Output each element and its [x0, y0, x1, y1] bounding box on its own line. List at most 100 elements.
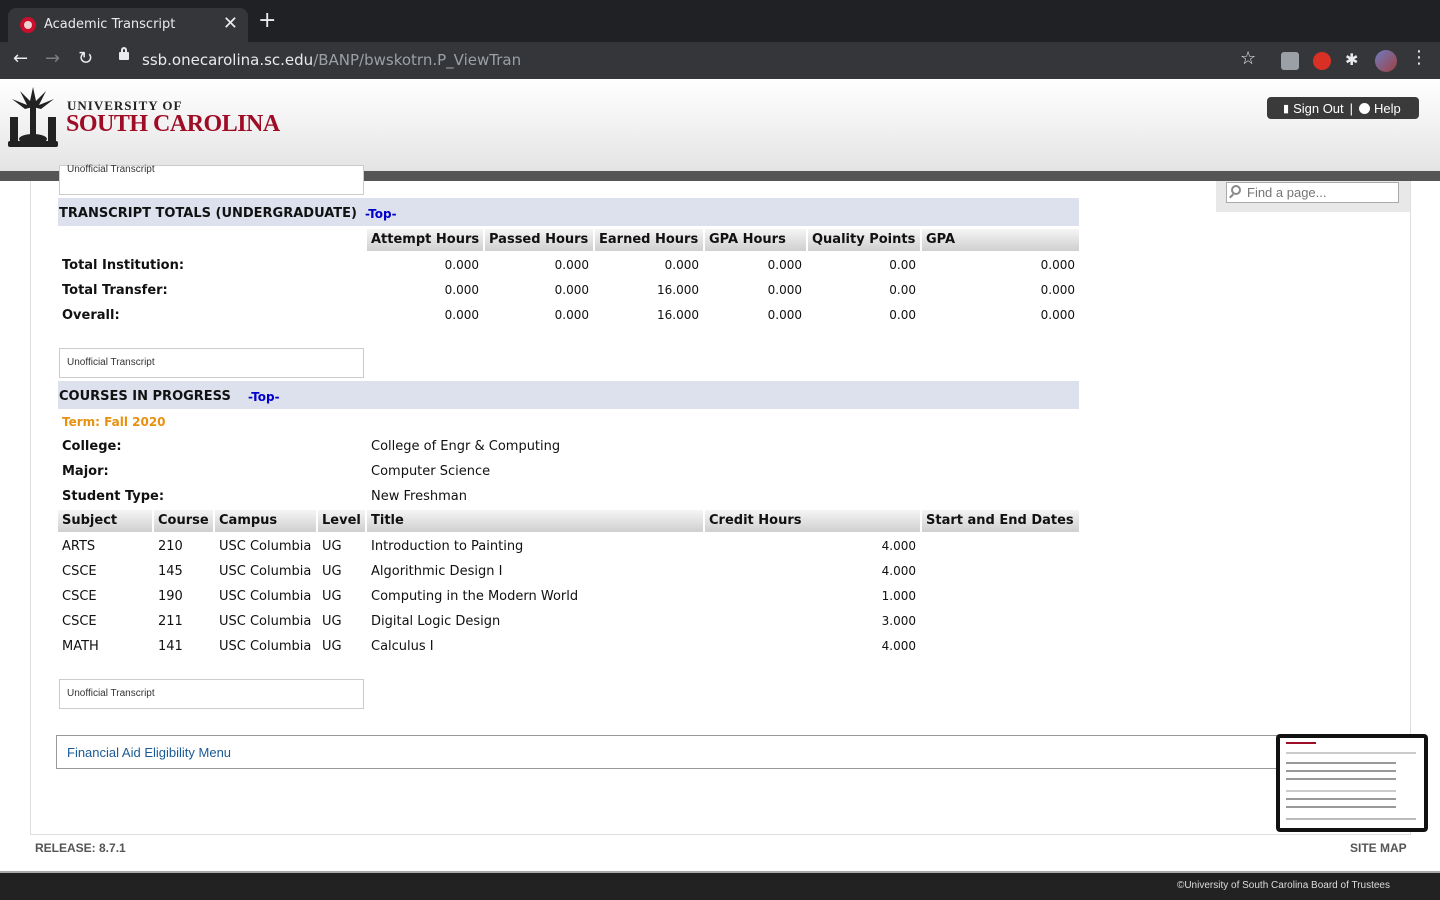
col-attempt-hours: Attempt Hours	[367, 229, 483, 251]
new-tab-button[interactable]: +	[258, 10, 276, 32]
course-cell: 141	[158, 639, 183, 654]
browser-tab[interactable]: Academic Transcript ✕	[8, 8, 248, 42]
campus-cell: USC Columbia	[219, 639, 312, 654]
usc-palmetto-seal-icon[interactable]	[6, 83, 60, 149]
bookmark-star-icon[interactable]: ☆	[1240, 48, 1256, 69]
student-type-label: Student Type:	[62, 489, 165, 504]
course-cell: 190	[158, 589, 183, 604]
find-page-input[interactable]	[1226, 182, 1399, 203]
totals-top-link[interactable]: -Top-	[365, 207, 397, 221]
financial-aid-eligibility-link[interactable]: Financial Aid Eligibility Menu	[67, 745, 231, 760]
subject-cell: CSCE	[62, 589, 97, 604]
row-label: Overall:	[62, 308, 120, 323]
browser-toolbar: ← → ↻ ssb.onecarolina.sc.edu/BANP/bwskot…	[0, 42, 1440, 79]
value-cell: 0.000	[767, 308, 802, 322]
thumb-line	[1286, 790, 1396, 792]
title-cell: Calculus I	[371, 639, 434, 654]
page-footer: ©University of South Carolina Board of T…	[0, 871, 1440, 900]
financial-aid-panel: Financial Aid Eligibility Menu	[56, 735, 1286, 769]
sign-out-button[interactable]: Sign Out	[1293, 101, 1344, 116]
profile-avatar[interactable]	[1375, 50, 1397, 72]
in-progress-top-link[interactable]: -Top-	[248, 390, 280, 404]
usc-favicon-icon	[20, 17, 36, 33]
thumbnail-content	[1280, 738, 1424, 828]
unofficial-transcript-label: Unofficial Transcript	[67, 357, 155, 368]
value-cell: 0.00	[889, 308, 916, 322]
thumb-line	[1286, 806, 1396, 808]
thumb-line	[1286, 798, 1396, 800]
credits-cell: 3.000	[881, 614, 916, 628]
value-cell: 16.000	[657, 308, 699, 322]
address-bar[interactable]: ssb.onecarolina.sc.edu/BANP/bwskotrn.P_V…	[142, 51, 521, 69]
credits-cell: 4.000	[881, 564, 916, 578]
value-cell: 0.000	[444, 283, 479, 297]
help-button[interactable]: Help	[1374, 101, 1401, 116]
totals-title: TRANSCRIPT TOTALS (UNDERGRADUATE)	[59, 206, 357, 221]
col-title: Title	[367, 510, 703, 532]
col-passed-hours: Passed Hours	[485, 229, 593, 251]
value-cell: 0.00	[889, 283, 916, 297]
header-buttons: ▮ Sign Out | Help	[1267, 97, 1419, 119]
extension-icon[interactable]	[1281, 52, 1299, 70]
extension-icon[interactable]	[1313, 52, 1331, 70]
subject-cell: CSCE	[62, 614, 97, 629]
clip-spacer	[0, 165, 1440, 181]
screenshot-thumbnail-preview[interactable]	[1276, 734, 1428, 832]
back-icon[interactable]: ←	[13, 48, 28, 69]
title-cell: Algorithmic Design I	[371, 564, 503, 579]
reload-icon[interactable]: ↻	[78, 48, 93, 69]
col-credit-hours: Credit Hours	[705, 510, 920, 532]
course-cell: 211	[158, 614, 183, 629]
url-host: ssb.onecarolina.sc.edu	[142, 51, 314, 69]
value-cell: 0.000	[554, 258, 589, 272]
search-icon	[1231, 185, 1241, 195]
totals-section-header: TRANSCRIPT TOTALS (UNDERGRADUATE) -Top-	[58, 198, 1079, 226]
row-label: Total Institution:	[62, 258, 185, 273]
unofficial-transcript-box: Unofficial Transcript	[59, 348, 364, 378]
copyright-text: ©University of South Carolina Board of T…	[1176, 880, 1390, 891]
lock-icon[interactable]	[119, 47, 129, 60]
value-cell: 0.000	[664, 258, 699, 272]
level-cell: UG	[322, 564, 342, 579]
browser-tab-bar: Academic Transcript ✕ +	[0, 0, 1440, 42]
course-cell: 210	[158, 539, 183, 554]
site-header: UNIVERSITY OF SOUTH CAROLINA ▮ Sign Out …	[0, 79, 1440, 171]
site-map-link[interactable]: SITE MAP	[1350, 841, 1407, 855]
college-value: College of Engr & Computing	[371, 439, 561, 454]
course-cell: 145	[158, 564, 183, 579]
thumb-line	[1286, 770, 1396, 772]
major-value: Computer Science	[371, 464, 491, 479]
credits-cell: 1.000	[881, 589, 916, 603]
in-progress-title: COURSES IN PROGRESS	[59, 389, 231, 404]
extensions-puzzle-icon[interactable]: ✱	[1345, 50, 1363, 69]
forward-icon[interactable]: →	[45, 48, 60, 69]
credits-cell: 4.000	[881, 639, 916, 653]
browser-menu-icon[interactable]: ⋮	[1410, 47, 1428, 68]
level-cell: UG	[322, 539, 342, 554]
term-label: Term: Fall 2020	[62, 415, 166, 429]
thumb-line	[1286, 762, 1396, 764]
value-cell: 0.000	[554, 283, 589, 297]
value-cell: 0.000	[1040, 308, 1075, 322]
col-course: Course	[154, 510, 213, 532]
tab-title: Academic Transcript	[44, 17, 176, 32]
tab-close-icon[interactable]: ✕	[223, 13, 238, 34]
logo-line2[interactable]: SOUTH CAROLINA	[66, 111, 280, 138]
col-gpa-hours: GPA Hours	[705, 229, 806, 251]
college-label: College:	[62, 439, 122, 454]
col-quality-points: Quality Points	[808, 229, 920, 251]
thumb-line	[1286, 778, 1396, 780]
campus-cell: USC Columbia	[219, 539, 312, 554]
col-level: Level	[318, 510, 365, 532]
value-cell: 0.00	[889, 258, 916, 272]
in-progress-section-header: COURSES IN PROGRESS -Top-	[58, 381, 1079, 409]
subject-cell: CSCE	[62, 564, 97, 579]
value-cell: 0.000	[444, 258, 479, 272]
lock-icon: ▮	[1283, 102, 1290, 115]
thumb-line	[1286, 818, 1416, 820]
campus-cell: USC Columbia	[219, 589, 312, 604]
unofficial-transcript-box: Unofficial Transcript	[59, 679, 364, 709]
col-subject: Subject	[58, 510, 152, 532]
title-cell: Digital Logic Design	[371, 614, 501, 629]
help-icon	[1359, 102, 1371, 114]
